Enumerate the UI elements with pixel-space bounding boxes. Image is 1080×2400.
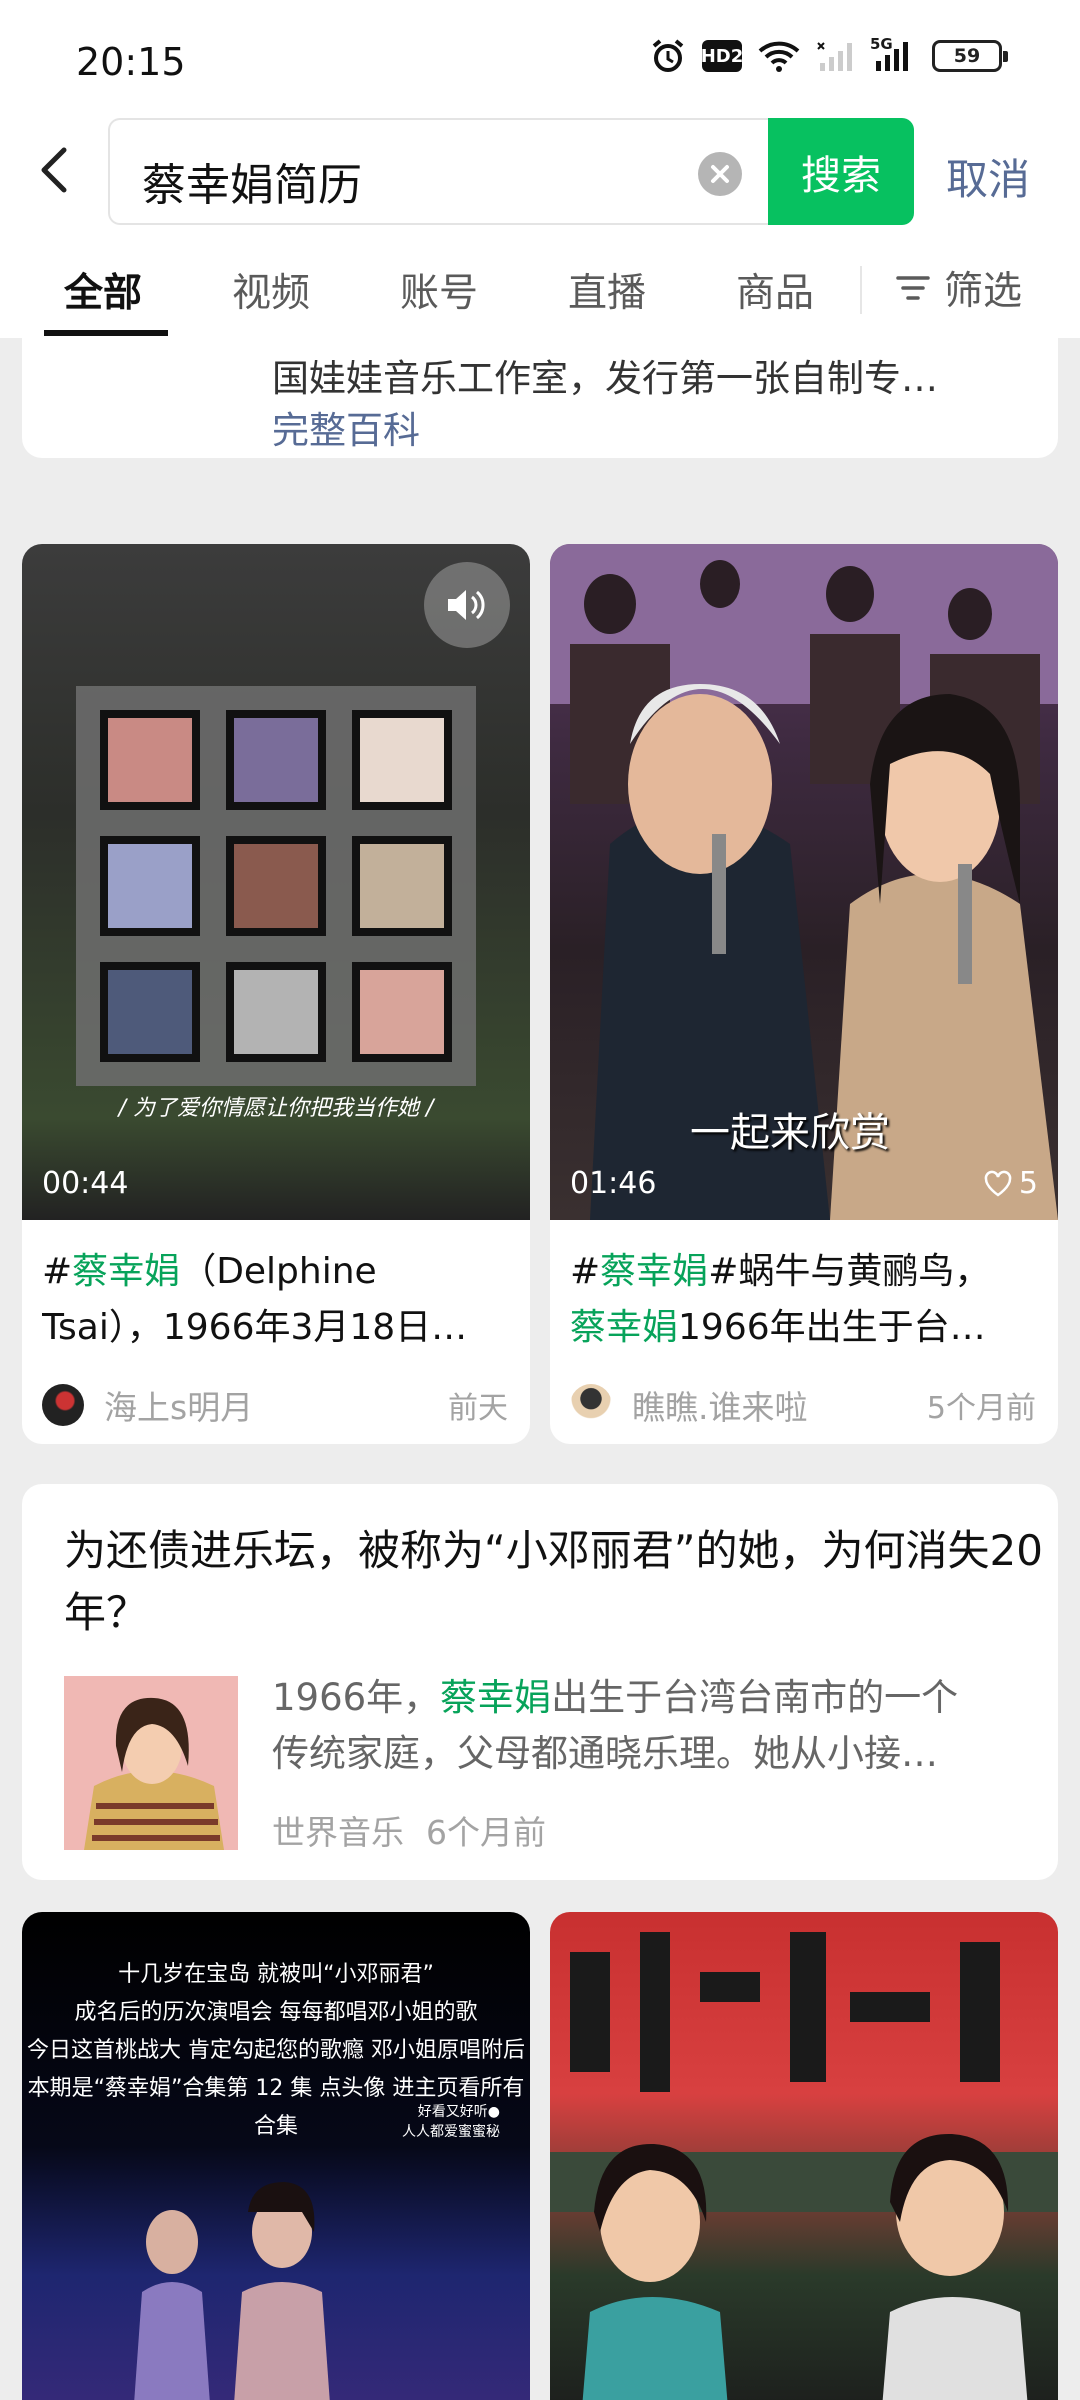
video-subtitle: / 为了爱你情愿让你把我当作她 / [118,1096,434,1121]
wifi-icon [758,41,800,72]
baike-full-link[interactable]: 完整百科 [272,400,420,454]
video-title[interactable]: #蔡幸娟（Delphine Tsai），1966年3月18日… [42,1244,512,1356]
article-time: 6个月前 [426,1813,546,1852]
article-meta: 世界音乐 6个月前 [272,1806,546,1854]
battery-icon: 59 [932,40,1008,72]
speaker-icon [448,590,485,620]
baike-text: 国娃娃音乐工作室，发行第一张自制专… [272,357,938,400]
tab-all[interactable]: 全部 [64,262,142,318]
video-duration: 00:44 [42,1166,129,1201]
title-highlight[interactable]: 蔡幸娟 [72,1251,180,1292]
tab-goods[interactable]: 商品 [736,262,814,318]
video-thumbnail[interactable]: / 为了爱你情愿让你把我当作她 / 00:44 [22,544,530,1220]
video-thumbnail[interactable]: 一起来欣赏 01:46 5 [550,544,1058,1220]
search-input[interactable]: 蔡幸娟简历 [108,118,768,225]
video-author[interactable]: 海上s明月 [104,1381,448,1429]
article-summary: 1966年，蔡幸娟出生于台湾台南市的一个 传统家庭，父母都通晓乐理。她从小接… [272,1670,1032,1782]
video-time: 5个月前 [926,1391,1036,1426]
status-icons: HD2 5G 59 [650,35,1008,74]
article-thumbnail[interactable] [64,1676,238,1850]
video-title[interactable]: #蔡幸娟#蜗牛与黄鹂鸟， 蔡幸娟1966年出生于台… [570,1244,1040,1356]
video-likes: 5 [983,1166,1038,1201]
video-card[interactable]: / 为了爱你情愿让你把我当作她 / 00:44 #蔡幸娟（Delphine Ts… [22,544,530,1444]
stage-image [550,1932,1058,2400]
video-thumbnail[interactable]: 十几岁在宝岛 就被叫“小邓丽君” 成名后的历次演唱会 每每都唱邓小姐的歌 今日这… [22,1912,530,2400]
clear-search-icon[interactable] [698,152,742,196]
search-button[interactable]: 搜索 [768,118,914,225]
title-text: #蜗牛与黄鹂鸟， [708,1251,991,1292]
results-feed[interactable]: 国娃娃音乐工作室，发行第一张自制专… 完整百科 / 为了爱你情愿让你把我当作她 … [0,338,1080,2400]
concert-image [134,2182,330,2400]
result-tabs: 全部 视频 账号 直播 商品 筛选 [0,232,1080,338]
title-line-2: 1966年出生于台… [678,1307,986,1348]
video-time: 前天 [448,1391,508,1426]
summary-line-2: 传统家庭，父母都通晓乐理。她从小接… [272,1732,938,1775]
summary-highlight: 蔡幸娟 [440,1676,552,1719]
video-duration: 01:46 [570,1166,657,1201]
video-card[interactable]: 一起来欣赏 01:46 5 #蔡幸娟#蜗牛与黄鹂鸟， 蔡幸娟1966年出生于台…… [550,544,1058,1444]
tab-video[interactable]: 视频 [232,262,310,318]
filter-icon [896,276,930,300]
title-text: （Delphine [180,1251,377,1292]
summary-text: 出生于台湾台南市的一个 [551,1676,959,1719]
search-header: 蔡幸娟简历 搜索 取消 [0,118,1080,232]
hashtag-symbol: # [42,1251,73,1292]
likes-count: 5 [1018,1166,1038,1201]
avatar[interactable] [42,1384,84,1426]
article-title[interactable]: 为还债进乐坛，被称为“小邓丽君”的她，为何消失20年？ [64,1520,1044,1644]
back-arrow-icon[interactable] [30,140,80,200]
title-highlight[interactable]: 蔡幸娟 [570,1307,678,1348]
signal-icon-sim1 [817,42,852,71]
active-tab-indicator [44,330,168,336]
video-author[interactable]: 瞧瞧.谁来啦 [632,1381,927,1429]
avatar[interactable] [570,1384,612,1426]
baike-card[interactable]: 国娃娃音乐工作室，发行第一张自制专… 完整百科 [22,338,1058,458]
video-overlay-text: 一起来欣赏 [690,1110,890,1156]
title-highlight[interactable]: 蔡幸娟 [600,1251,708,1292]
hd-icon: HD2 [701,40,743,72]
heart-icon [984,1170,1012,1197]
video-thumbnail[interactable] [550,1912,1058,2400]
hashtag-symbol: # [570,1251,601,1292]
filter-button[interactable]: 筛选 [896,260,1022,316]
video-meta: 海上s明月 前天 [42,1381,508,1429]
signal-icon-5g: 5G [870,35,916,73]
article-source[interactable]: 世界音乐 [272,1813,404,1852]
tab-divider [860,266,862,314]
tab-live[interactable]: 直播 [568,262,646,318]
video-meta: 瞧瞧.谁来啦 5个月前 [570,1381,1036,1429]
alarm-icon [652,39,684,72]
tab-account[interactable]: 账号 [400,262,478,318]
summary-text: 1966年， [272,1676,441,1719]
cancel-button[interactable]: 取消 [946,146,1030,207]
title-line-2: Tsai），1966年3月18日… [42,1307,468,1348]
search-query[interactable]: 蔡幸娟简历 [142,149,362,213]
article-card[interactable]: 为还债进乐坛，被称为“小邓丽君”的她，为何消失20年？ 1966年，蔡幸娟出生于… [22,1484,1058,1880]
mute-toggle[interactable] [424,562,510,648]
status-time: 20:15 [76,40,186,84]
status-bar: 20:15 HD2 5G 59 [0,0,1080,118]
filter-label: 筛选 [944,269,1023,314]
